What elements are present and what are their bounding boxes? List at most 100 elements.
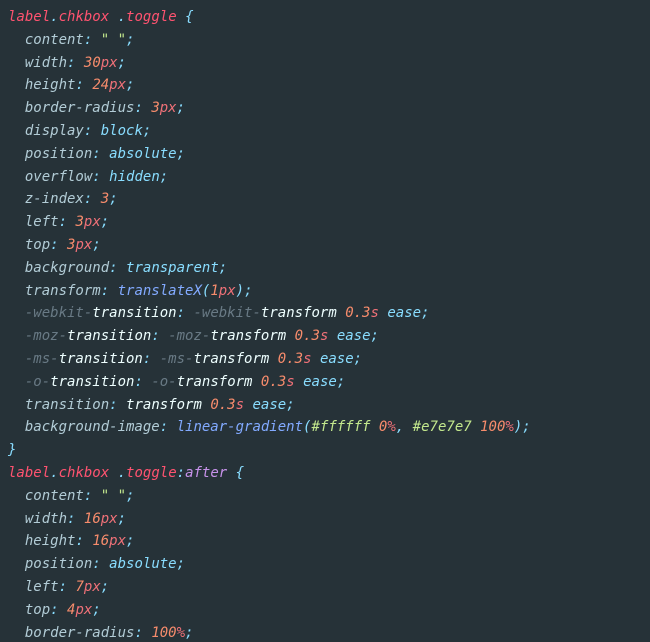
css-property: top (25, 602, 50, 618)
selector-token: . (50, 465, 58, 481)
semicolon-icon: ; (101, 214, 109, 230)
css-value: 7px (75, 579, 100, 595)
selector-token: toggle (126, 9, 177, 25)
css-property: width (25, 511, 67, 527)
selector-token (109, 465, 117, 481)
semicolon-icon: ; (109, 191, 117, 207)
css-property: left (25, 214, 59, 230)
colon-icon: : (92, 169, 100, 185)
colon-icon: : (143, 351, 151, 367)
css-value: absolute (109, 556, 176, 572)
semicolon-icon: ; (337, 374, 345, 390)
colon-icon: : (75, 77, 83, 93)
colon-icon: : (92, 146, 100, 162)
css-property: left (25, 579, 59, 595)
css-property: -moz-transition (25, 328, 151, 344)
semicolon-icon: ; (126, 488, 134, 504)
css-selector: label.chkbox .toggle:after { (8, 465, 244, 481)
css-property: z-index (25, 191, 84, 207)
css-value: 24px (92, 77, 126, 93)
colon-icon: : (109, 397, 117, 413)
selector-token: . (118, 465, 126, 481)
colon-icon: : (84, 191, 92, 207)
css-property: display (25, 123, 84, 139)
colon-icon: : (134, 374, 142, 390)
css-declaration: background: transparent; (8, 260, 227, 276)
semicolon-icon: ; (286, 397, 294, 413)
selector-token: . (50, 9, 58, 25)
colon-icon: : (59, 214, 67, 230)
css-declaration: left: 3px; (8, 214, 109, 230)
semicolon-icon: ; (101, 579, 109, 595)
brace-open-icon: { (185, 9, 193, 25)
semicolon-icon: ; (219, 260, 227, 276)
css-property: transform (25, 283, 101, 299)
css-property: position (25, 146, 92, 162)
css-property: width (25, 55, 67, 71)
css-property: overflow (25, 169, 92, 185)
colon-icon: : (84, 32, 92, 48)
css-value: 16px (92, 533, 126, 549)
css-value: hidden (109, 169, 160, 185)
css-property: -webkit-transition (25, 305, 177, 321)
css-declaration: -webkit-transition: -webkit-transform 0.… (8, 305, 430, 321)
colon-icon: : (75, 533, 83, 549)
colon-icon: : (84, 488, 92, 504)
css-property: background-image (25, 419, 160, 435)
colon-icon: : (50, 237, 58, 253)
css-property: height (25, 77, 76, 93)
css-declaration: height: 16px; (8, 533, 134, 549)
css-property: height (25, 533, 76, 549)
css-declaration: position: absolute; (8, 146, 185, 162)
semicolon-icon: ; (92, 237, 100, 253)
selector-token: label (8, 9, 50, 25)
colon-icon: : (101, 283, 109, 299)
semicolon-icon: ; (177, 146, 185, 162)
brace-close-icon: } (8, 442, 16, 458)
css-declaration: content: " "; (8, 488, 134, 504)
semicolon-icon: ; (371, 328, 379, 344)
colon-icon: : (134, 100, 142, 116)
css-value: absolute (109, 146, 176, 162)
css-declaration: left: 7px; (8, 579, 109, 595)
semicolon-icon: ; (118, 55, 126, 71)
css-property: -o-transition (25, 374, 135, 390)
css-declaration: content: " "; (8, 32, 134, 48)
css-declaration: position: absolute; (8, 556, 185, 572)
css-value: linear-gradient(#ffffff 0%, #e7e7e7 100%… (177, 419, 523, 435)
css-property: border-radius (25, 625, 135, 641)
css-declaration: border-radius: 100%; (8, 625, 193, 641)
css-declaration: width: 16px; (8, 511, 126, 527)
css-declaration: overflow: hidden; (8, 169, 168, 185)
css-declaration: top: 3px; (8, 237, 101, 253)
css-value: -ms-transform 0.3s ease (160, 351, 354, 367)
css-value: translateX(1px) (118, 283, 244, 299)
brace-open-icon: { (236, 465, 244, 481)
css-selector: label.chkbox .toggle { (8, 9, 194, 25)
colon-icon: : (134, 625, 142, 641)
selector-token (109, 9, 117, 25)
css-value: 30px (84, 55, 118, 71)
semicolon-icon: ; (354, 351, 362, 367)
colon-icon: : (84, 123, 92, 139)
colon-icon: : (109, 260, 117, 276)
css-property: content (25, 488, 84, 504)
css-value: " " (101, 32, 126, 48)
semicolon-icon: ; (160, 169, 168, 185)
selector-token: : (177, 465, 185, 481)
css-property: position (25, 556, 92, 572)
css-value: transform 0.3s ease (126, 397, 286, 413)
css-value: 16px (84, 511, 118, 527)
css-value: block (101, 123, 143, 139)
semicolon-icon: ; (177, 100, 185, 116)
css-property: background (25, 260, 109, 276)
css-declaration: -moz-transition: -moz-transform 0.3s eas… (8, 328, 379, 344)
css-declaration: transform: translateX(1px); (8, 283, 253, 299)
semicolon-icon: ; (126, 32, 134, 48)
selector-token: after (185, 465, 227, 481)
css-declaration: border-radius: 3px; (8, 100, 185, 116)
css-declaration: width: 30px; (8, 55, 126, 71)
semicolon-icon: ; (522, 419, 530, 435)
css-value: -moz-transform 0.3s ease (168, 328, 370, 344)
css-declaration: transition: transform 0.3s ease; (8, 397, 295, 413)
